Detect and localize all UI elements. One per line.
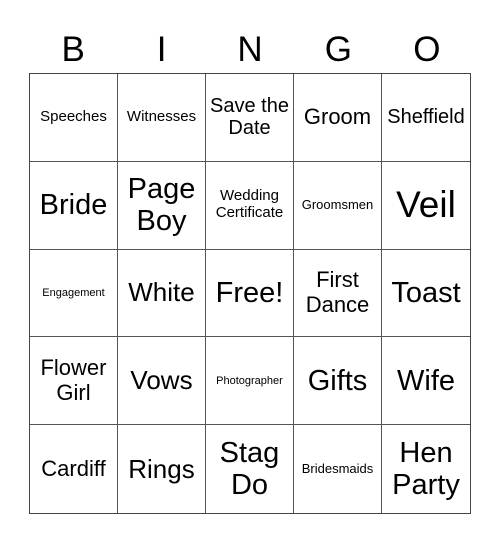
bingo-cell[interactable]: Bridesmaids xyxy=(294,425,382,513)
bingo-header: B I N G O xyxy=(29,27,471,73)
bingo-cell[interactable]: Bride xyxy=(30,161,118,250)
bingo-cell[interactable]: Photographer xyxy=(206,337,294,426)
bingo-cell[interactable]: Wife xyxy=(382,337,470,426)
bingo-cell[interactable]: Vows xyxy=(118,337,206,426)
bingo-cell[interactable]: Gifts xyxy=(294,337,382,426)
bingo-grid: Speeches Witnesses Save the Date Groom Sheff… xyxy=(29,73,471,514)
bingo-cell[interactable]: White xyxy=(118,249,206,338)
bingo-cell[interactable]: Cardiff xyxy=(30,425,118,513)
bingo-cell[interactable]: Groom xyxy=(294,74,382,162)
header-letter-i: I xyxy=(156,30,167,69)
bingo-cell[interactable]: Engagement xyxy=(30,249,118,338)
bingo-cell[interactable]: Sheffield xyxy=(382,74,470,162)
bingo-cell[interactable]: Speeches xyxy=(30,74,118,162)
header-letter-o: O xyxy=(413,30,441,69)
bingo-cell[interactable]: Toast xyxy=(382,250,470,338)
bingo-cell[interactable]: Hen Party xyxy=(382,425,470,513)
bingo-cell[interactable]: Free! xyxy=(206,249,294,338)
bingo-cell[interactable]: Witnesses xyxy=(118,74,206,162)
bingo-cell[interactable]: Groomsmen xyxy=(294,161,382,250)
header-letter-b: B xyxy=(61,30,85,69)
bingo-cell[interactable]: Stag Do xyxy=(206,425,294,513)
bingo-cell[interactable]: Flower Girl xyxy=(30,337,118,426)
bingo-cell[interactable]: First Dance xyxy=(294,249,382,338)
bingo-cell[interactable]: Veil xyxy=(382,162,470,250)
bingo-cell[interactable]: Page Boy xyxy=(118,161,206,250)
header-letter-n: N xyxy=(237,30,263,69)
header-letter-g: G xyxy=(324,30,353,69)
bingo-cell[interactable]: Rings xyxy=(118,425,206,513)
bingo-cell[interactable]: Wedding Certificate xyxy=(206,161,294,250)
bingo-cell[interactable]: Save the Date xyxy=(206,74,294,162)
